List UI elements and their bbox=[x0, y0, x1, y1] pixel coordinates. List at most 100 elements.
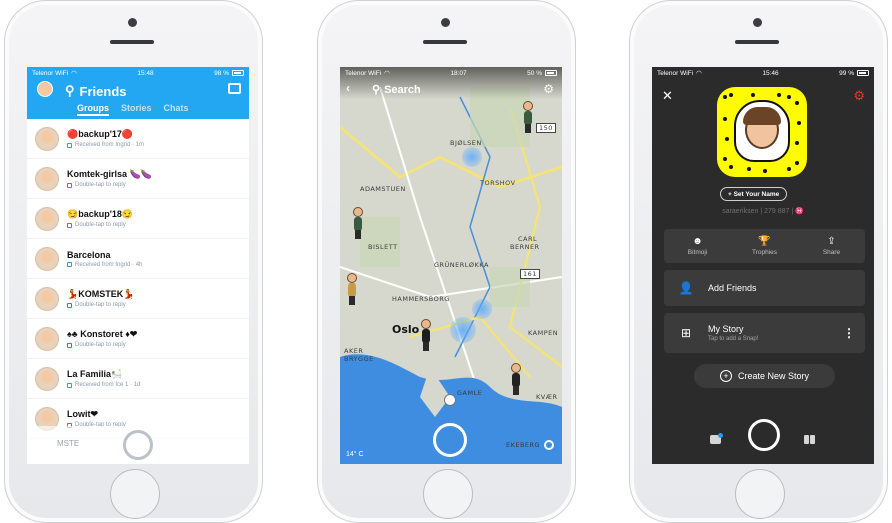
snapcode-dot bbox=[787, 95, 791, 99]
capture-button[interactable] bbox=[433, 423, 467, 457]
capture-button[interactable] bbox=[123, 430, 153, 460]
snapcode-dot bbox=[795, 101, 799, 105]
home-button[interactable] bbox=[110, 469, 160, 519]
friend-bitmoji[interactable] bbox=[510, 363, 522, 395]
gear-icon[interactable]: ⚙ bbox=[853, 88, 865, 104]
list-item[interactable]: La Familia🛀 Received from Ice 1 · 1d bbox=[27, 359, 249, 399]
snapcode-dot bbox=[723, 117, 727, 121]
phone-map: BJØLSEN ADAMSTUEN TORSHOV BISLETT CARL B… bbox=[317, 0, 576, 523]
snapcode-dot bbox=[797, 121, 801, 125]
snap-heat-spot[interactable] bbox=[472, 299, 492, 319]
wifi-icon: ◠ bbox=[696, 70, 702, 77]
red-chat-marker-icon bbox=[67, 302, 72, 308]
set-name-button[interactable]: + Set Your Name bbox=[720, 187, 788, 201]
my-story-row[interactable]: ⊞ My Story Tap to add a Snap! ⋮ bbox=[664, 313, 865, 353]
purple-chat-marker-icon bbox=[67, 222, 72, 228]
friend-bitmoji[interactable] bbox=[522, 101, 534, 133]
group-name: 🔴backup'17🔴 bbox=[67, 129, 134, 139]
group-status-text: Received from Ingrid · 4h bbox=[75, 261, 143, 268]
my-bitmoji[interactable] bbox=[420, 319, 432, 351]
list-item[interactable]: Komtek-girlsa 🍆🍆 Double-tap to reply bbox=[27, 159, 249, 199]
map-label: HAMMERSBORG bbox=[392, 295, 450, 303]
friend-bitmoji[interactable] bbox=[352, 207, 364, 239]
add-friends-button[interactable]: 👤 Add Friends bbox=[664, 270, 865, 306]
snapcode-dot bbox=[723, 157, 727, 161]
group-name: 💃KOMSTEK💃 bbox=[67, 289, 135, 299]
map-label: EKEBERG bbox=[506, 441, 541, 449]
clock: 15:48 bbox=[137, 69, 154, 77]
snap-map-screen: BJØLSEN ADAMSTUEN TORSHOV BISLETT CARL B… bbox=[340, 67, 562, 464]
share-button[interactable]: ⇪ Share bbox=[798, 229, 865, 263]
battery-percent: 50 % bbox=[527, 69, 542, 77]
status-bar: Telenor WiFi ◠ 18:07 50 % bbox=[340, 67, 562, 79]
username-score: saraeriksen | 279 887 | ♓ bbox=[722, 208, 804, 215]
list-item[interactable]: ♠♣ Konstoret ♦❤ Double-tap to reply bbox=[27, 319, 249, 359]
stories-icon[interactable] bbox=[804, 435, 815, 444]
profile-avatar[interactable] bbox=[37, 81, 53, 97]
battery-icon bbox=[857, 70, 869, 76]
new-chat-icon[interactable] bbox=[228, 83, 241, 94]
capture-button[interactable] bbox=[748, 419, 780, 451]
friends-tabs: Groups Stories Chats bbox=[77, 103, 189, 116]
map-search[interactable]: ⚲ Search bbox=[372, 83, 421, 97]
ghost-row-text: MSTE bbox=[57, 439, 80, 448]
close-icon[interactable]: ✕ bbox=[662, 88, 673, 104]
home-button[interactable] bbox=[735, 469, 785, 519]
map-label: BERNER bbox=[510, 243, 540, 251]
my-story-label: My Story bbox=[708, 324, 744, 334]
group-avatar bbox=[35, 206, 59, 231]
group-avatar bbox=[35, 326, 59, 351]
tab-stories[interactable]: Stories bbox=[121, 103, 152, 116]
snapcode-dot bbox=[787, 167, 791, 171]
create-story-button[interactable]: + Create New Story bbox=[694, 364, 835, 388]
snap-heat-spot[interactable] bbox=[450, 317, 476, 343]
battery-percent: 99 % bbox=[839, 69, 854, 77]
bitmoji-button[interactable]: ☻ Bitmoji bbox=[664, 229, 731, 263]
park bbox=[360, 217, 400, 267]
group-name: 😏backup'18😏 bbox=[67, 209, 134, 219]
trophies-button[interactable]: 🏆 Trophies bbox=[731, 229, 798, 263]
page-title: ⚲ Friends bbox=[65, 83, 127, 99]
home-button[interactable] bbox=[423, 469, 473, 519]
road-sign: 150 bbox=[536, 123, 556, 133]
snapcode-dot bbox=[763, 169, 767, 173]
gear-icon[interactable]: ⚙ bbox=[543, 82, 554, 96]
snapcode-dot bbox=[729, 93, 733, 97]
camera-footer: MSTE bbox=[27, 426, 249, 464]
plus-icon: + bbox=[719, 370, 732, 382]
locate-me-icon[interactable] bbox=[544, 440, 554, 450]
list-item[interactable]: 😏backup'18😏 Double-tap to reply bbox=[27, 199, 249, 239]
chat-icon[interactable] bbox=[710, 433, 723, 444]
snapcode-dot bbox=[795, 141, 799, 145]
snap-heat-spot[interactable] bbox=[462, 147, 482, 167]
trophy-icon: 🏆 bbox=[758, 236, 771, 247]
wifi-icon: ◠ bbox=[384, 70, 390, 77]
add-snap-icon: ⊞ bbox=[680, 326, 692, 340]
back-arrow-icon[interactable]: ‹ bbox=[346, 81, 350, 95]
search-label: Search bbox=[384, 83, 421, 96]
group-avatar bbox=[35, 126, 59, 151]
list-item[interactable]: 💃KOMSTEK💃 Double-tap to reply bbox=[27, 279, 249, 319]
tab-groups[interactable]: Groups bbox=[77, 103, 110, 116]
carrier-label: Telenor WiFi bbox=[32, 69, 69, 77]
snapcode[interactable] bbox=[717, 87, 807, 177]
front-camera bbox=[128, 18, 137, 27]
group-status: Received from Ingrid · 1m bbox=[67, 142, 144, 148]
battery-percent: 98 % bbox=[214, 69, 229, 77]
list-item[interactable]: 🔴backup'17🔴 Received from Ingrid · 1m bbox=[27, 119, 249, 159]
compass-icon[interactable] bbox=[444, 394, 456, 406]
group-status-text: Double-tap to reply bbox=[75, 342, 126, 348]
friend-bitmoji[interactable] bbox=[346, 273, 358, 305]
battery-icon bbox=[232, 70, 244, 76]
status-bar: Telenor WiFi ◠ 15:46 99 % bbox=[652, 67, 874, 79]
tab-chats[interactable]: Chats bbox=[164, 103, 189, 116]
clock: 18:07 bbox=[450, 69, 467, 77]
snap-map[interactable]: BJØLSEN ADAMSTUEN TORSHOV BISLETT CARL B… bbox=[340, 67, 562, 464]
group-name: Barcelona bbox=[67, 249, 111, 260]
snapcode-dot bbox=[777, 93, 781, 97]
map-label: CARL bbox=[518, 235, 538, 243]
snapcode-dot bbox=[725, 137, 729, 141]
more-options-icon[interactable]: ⋮ bbox=[843, 326, 855, 340]
search-icon[interactable]: ⚲ bbox=[65, 83, 75, 99]
list-item[interactable]: Barcelona Received from Ingrid · 4h bbox=[27, 239, 249, 279]
